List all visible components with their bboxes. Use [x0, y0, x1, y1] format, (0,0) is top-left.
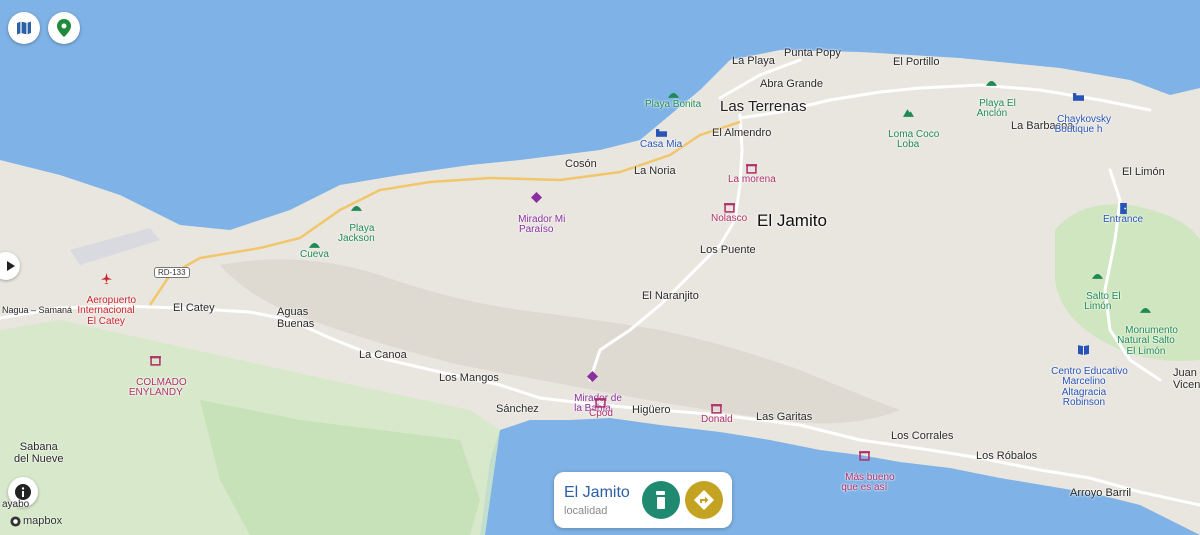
poi-shop[interactable]: Donald — [701, 403, 733, 426]
map-icon — [17, 21, 31, 35]
poi-label: Playa Jackson — [338, 222, 375, 244]
poi-label: Centro Educativo Marcelino Altagracia Ro… — [1051, 365, 1128, 408]
town-label: Los Róbalos — [976, 450, 1038, 462]
poi-label: Playa Bonita — [645, 99, 702, 110]
beach-icon — [1140, 307, 1152, 313]
entrance-icon — [1119, 203, 1127, 214]
mapbox-attribution[interactable]: mapbox — [10, 515, 62, 527]
road-shield: RD-133 — [154, 267, 190, 278]
store-icon — [150, 356, 162, 366]
town-label: Los Mangos — [439, 372, 499, 384]
road-name-label: Nagua – Samaná — [2, 305, 73, 315]
town-label: Punta Popy — [784, 47, 841, 59]
poi-cave[interactable]: Cueva — [300, 238, 329, 261]
store-icon — [858, 451, 870, 461]
poi-viewpoint[interactable]: Mirador Mi Paraíso — [507, 171, 565, 246]
town-label: La Canoa — [359, 349, 407, 361]
store-icon — [595, 398, 607, 408]
poi-label: Playa El Anclón — [976, 97, 1016, 119]
town-label: El Almendro — [712, 127, 772, 139]
town-label: Sabana del Nueve — [14, 441, 64, 465]
town-label: El Naranjito — [642, 290, 699, 302]
poi-label: Casa Mia — [640, 139, 683, 150]
bed-icon — [1073, 93, 1085, 101]
town-label: Los Corrales — [891, 430, 954, 442]
location-pin-icon — [57, 19, 71, 37]
town-label: Higüero — [632, 404, 671, 416]
place-subtitle: localidad — [564, 505, 608, 517]
town-label: Los Puente — [700, 244, 756, 256]
poi-label: Cpod — [589, 408, 613, 419]
mountain-icon — [902, 109, 914, 117]
town-label: El Jamito — [757, 211, 827, 230]
info-place-button[interactable] — [642, 481, 680, 519]
town-label: La Noria — [634, 165, 676, 177]
info-letter-icon — [656, 491, 665, 509]
poi-mountain[interactable]: Loma Coco Loba — [877, 86, 939, 161]
mapbox-logo-icon — [10, 515, 21, 527]
poi-label: Chaykovsky Boutique h — [1054, 113, 1112, 135]
town-label: Cosón — [565, 158, 597, 170]
book-icon — [1078, 345, 1090, 355]
town-label: Las Terrenas — [720, 98, 807, 115]
poi-label: Aeropuerto Internacional El Catey — [77, 294, 137, 327]
place-title: El Jamito — [564, 484, 630, 501]
poi-shop[interactable]: COLMADO ENYLANDY — [125, 334, 187, 409]
poi-label: La morena — [728, 174, 776, 185]
poi-label: Donald — [701, 414, 733, 425]
mapbox-text: mapbox — [23, 515, 63, 527]
store-icon — [723, 203, 735, 213]
beach-icon — [667, 92, 679, 98]
airplane-icon — [100, 273, 112, 284]
poi-shop[interactable]: Nolasco — [711, 202, 747, 225]
town-label: El Limón — [1122, 166, 1165, 178]
town-label: El Catey — [173, 302, 215, 314]
poi-shop[interactable]: Cpod — [589, 397, 613, 420]
place-card[interactable]: El Jamito localidad — [554, 472, 732, 528]
town-label: La Playa — [732, 55, 775, 67]
poi-shop[interactable]: La morena — [728, 163, 776, 186]
town-label: Aguas Buenas — [277, 306, 315, 330]
poi-beach[interactable]: Playa Jackson — [338, 180, 375, 255]
beach-icon — [350, 205, 362, 211]
diamond-icon — [586, 371, 598, 382]
store-icon — [746, 164, 758, 174]
diamond-icon — [530, 192, 542, 203]
directions-icon — [694, 490, 714, 510]
beach-icon — [1092, 273, 1104, 279]
poi-label: Nolasco — [711, 213, 748, 224]
store-icon — [711, 404, 723, 414]
poi-label: Mirador Mi Paraíso — [518, 213, 566, 235]
poi-label: Cueva — [300, 249, 329, 260]
beach-icon — [986, 80, 998, 86]
bed-icon — [655, 129, 667, 137]
poi-shop[interactable]: Más bueno que es así — [834, 429, 895, 504]
beach-icon — [308, 242, 320, 248]
poi-beach[interactable]: Playa El Anclón — [968, 55, 1016, 130]
town-label: Las Garitas — [756, 411, 813, 423]
poi-label: COLMADO ENYLANDY — [128, 376, 187, 398]
town-label: ayabo — [2, 499, 30, 510]
town-label: Abra Grande — [760, 78, 823, 90]
play-icon — [7, 261, 15, 271]
poi-hotel[interactable]: Casa Mia — [640, 128, 682, 151]
poi-school[interactable]: Centro Educativo Marcelino Altagracia Ro… — [1040, 323, 1128, 419]
map-style-button[interactable] — [8, 12, 40, 44]
poi-label: Loma Coco Loba — [888, 128, 940, 150]
town-label: Sánchez — [496, 403, 539, 415]
map-canvas[interactable]: RD-133 Nagua – Samaná La Playa Punta Pop… — [0, 0, 1200, 535]
poi-entrance[interactable]: Entrance — [1103, 203, 1143, 226]
directions-button[interactable] — [685, 481, 723, 519]
location-button[interactable] — [48, 12, 80, 44]
town-label: Arroyo Barril — [1070, 487, 1132, 499]
poi-label: Entrance — [1103, 214, 1144, 225]
poi-airport[interactable]: Aeropuerto Internacional El Catey — [76, 252, 136, 338]
town-label: Juan Vicen — [1173, 367, 1200, 391]
info-icon — [15, 484, 31, 500]
town-label: El Portillo — [893, 56, 940, 68]
poi-label: Más bueno que es así — [841, 471, 895, 493]
poi-hotel[interactable]: Chaykovsky Boutique h — [1046, 71, 1111, 146]
poi-beach[interactable]: Playa Bonita — [645, 88, 701, 111]
